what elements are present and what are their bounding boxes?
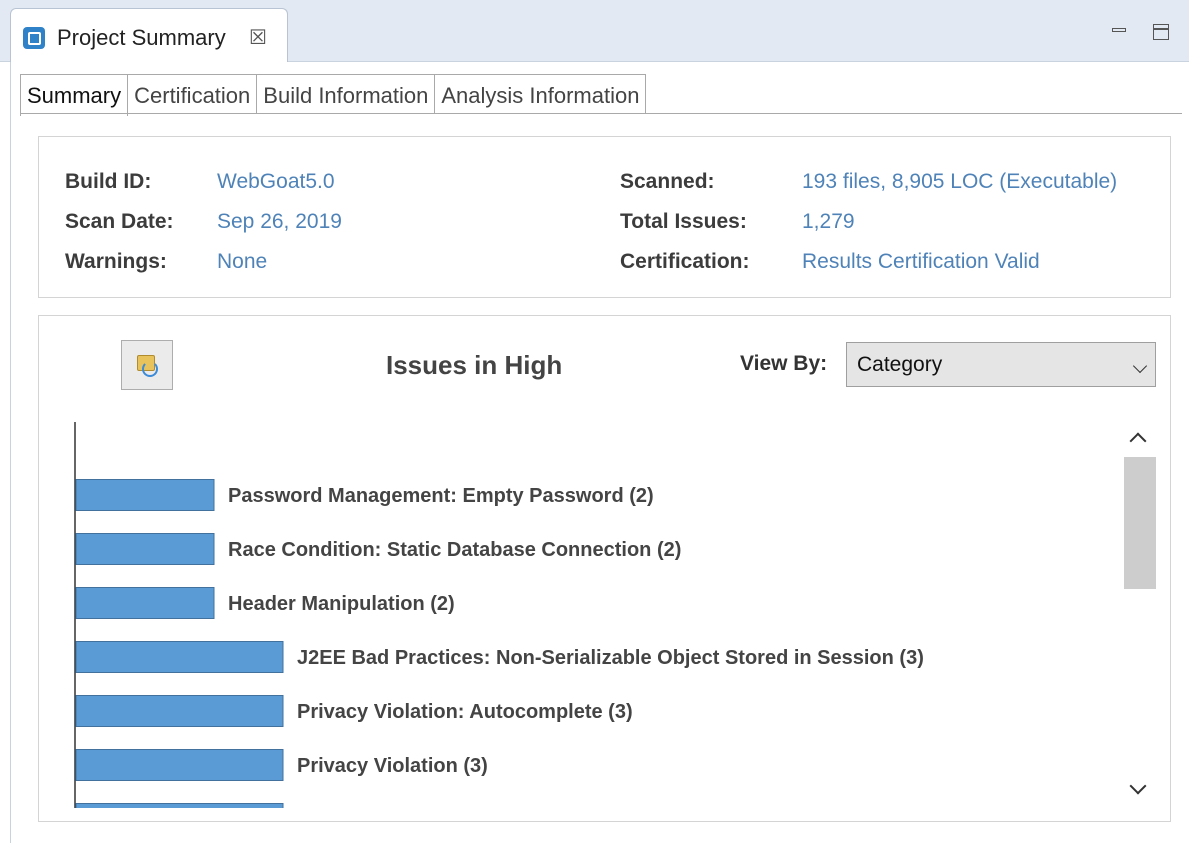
project-summary-icon <box>23 27 45 49</box>
total-issues-label: Total Issues: <box>620 210 747 233</box>
view-by-select[interactable]: Category <box>846 342 1156 387</box>
tab-certification[interactable]: Certification <box>128 74 258 114</box>
scan-date-row: Scan Date: <box>65 210 174 234</box>
build-id-row: Build ID: <box>65 170 151 194</box>
total-issues-value-row: 1,279 <box>802 210 855 234</box>
build-id-value: WebGoat5.0 <box>217 170 335 193</box>
view-tab-title: Project Summary <box>57 25 226 50</box>
scanned-label: Scanned: <box>620 170 715 193</box>
chart-svg: Password Management: Empty Password (2) R… <box>74 422 924 809</box>
view-by-value: Category <box>857 353 943 376</box>
maximize-icon[interactable] <box>1153 24 1169 40</box>
chart-bar-label[interactable]: Race Condition: Static Database Connecti… <box>228 539 681 561</box>
chart-bar[interactable] <box>75 641 284 673</box>
close-icon[interactable]: ☒ <box>249 25 267 50</box>
chart-bar-partial[interactable] <box>75 803 284 809</box>
chart-bar[interactable] <box>75 695 284 727</box>
chart-bar-label[interactable]: Privacy Violation: Autocomplete (3) <box>297 701 633 723</box>
certification-value: Results Certification Valid <box>802 250 1040 273</box>
warnings-label: Warnings: <box>65 250 167 273</box>
chart-bar[interactable] <box>75 749 284 781</box>
summary-subtabs: Summary Certification Build Information … <box>20 74 647 116</box>
certification-row: Certification: <box>620 250 750 274</box>
warnings-row: Warnings: <box>65 250 167 274</box>
certification-value-row: Results Certification Valid <box>802 250 1040 274</box>
chart-bar-label[interactable]: Header Manipulation (2) <box>228 593 455 615</box>
chart-bar-label[interactable]: Privacy Violation (3) <box>297 755 488 777</box>
total-issues-value: 1,279 <box>802 210 855 233</box>
subtab-divider <box>20 113 1182 114</box>
minimize-icon[interactable] <box>1112 28 1126 32</box>
certification-label: Certification: <box>620 250 750 273</box>
chevron-down-icon <box>1132 358 1148 374</box>
refresh-button[interactable] <box>121 340 173 390</box>
tab-analysis-information[interactable]: Analysis Information <box>435 74 647 114</box>
scanned-value: 193 files, 8,905 LOC (Executable) <box>802 170 1118 193</box>
warnings-value: None <box>217 250 268 273</box>
chart-bar[interactable] <box>75 533 215 565</box>
scan-date-value: Sep 26, 2019 <box>217 210 342 233</box>
scanned-row: Scanned: <box>620 170 715 194</box>
view-tab-bar: Project Summary ☒ <box>0 0 1189 63</box>
chart-bar[interactable] <box>75 587 215 619</box>
chart-title: Issues in High <box>386 350 563 380</box>
scanned-value-row: 193 files, 8,905 LOC (Executable) <box>802 170 1117 194</box>
scroll-thumb[interactable] <box>1124 457 1156 589</box>
warnings-value-row: None <box>217 250 267 274</box>
build-id-value-row: WebGoat5.0 <box>217 170 335 194</box>
total-issues-row: Total Issues: <box>620 210 747 234</box>
issues-bar-chart[interactable]: Password Management: Empty Password (2) R… <box>60 420 1122 808</box>
chart-bar-label[interactable]: J2EE Bad Practices: Non-Serializable Obj… <box>297 647 924 669</box>
scan-date-label: Scan Date: <box>65 210 174 233</box>
scan-date-value-row: Sep 26, 2019 <box>217 210 342 234</box>
chart-bar-label[interactable]: Password Management: Empty Password (2) <box>228 485 654 507</box>
tab-summary[interactable]: Summary <box>20 74 129 116</box>
view-by-label: View By: <box>740 352 828 375</box>
tab-build-information[interactable]: Build Information <box>257 74 436 114</box>
chart-bar[interactable] <box>75 479 215 511</box>
project-summary-tab[interactable]: Project Summary ☒ <box>10 8 288 63</box>
build-id-label: Build ID: <box>65 170 152 193</box>
